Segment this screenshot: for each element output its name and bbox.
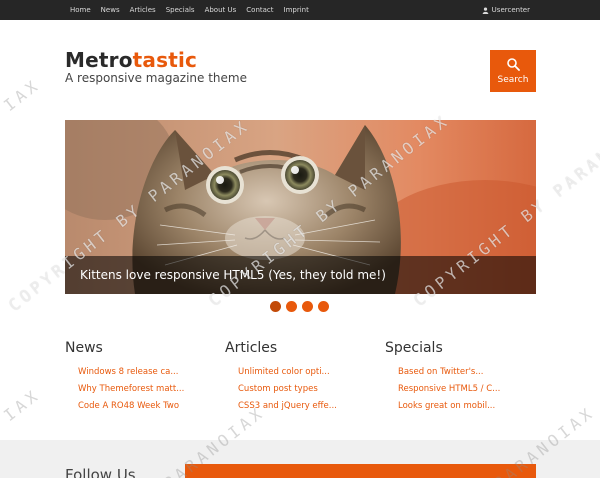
site-logo[interactable]: Metrotastic	[65, 48, 197, 72]
search-button[interactable]: Search	[490, 50, 536, 92]
news-heading: News	[65, 340, 103, 356]
usercenter-link[interactable]: Usercenter	[482, 0, 530, 20]
news-column: News Windows 8 release ca... Why Themefo…	[65, 340, 215, 415]
main-nav: Home News Articles Specials About Us Con…	[70, 0, 309, 20]
articles-list: Unlimited color opti... Custom post type…	[225, 364, 375, 415]
nav-item-imprint[interactable]: Imprint	[284, 6, 309, 14]
articles-link-2[interactable]: Custom post types	[238, 381, 375, 398]
articles-link-3[interactable]: CSS3 and jQuery effe...	[238, 398, 375, 415]
nav-item-articles[interactable]: Articles	[130, 6, 156, 14]
nav-item-specials[interactable]: Specials	[166, 6, 195, 14]
watermark: IAX	[0, 74, 44, 115]
search-icon	[507, 58, 520, 71]
specials-column: Specials Based on Twitter's... Responsiv…	[385, 340, 535, 415]
news-link-3[interactable]: Code A RO48 Week Two	[78, 398, 215, 415]
articles-column: Articles Unlimited color opti... Custom …	[225, 340, 375, 415]
news-list: Windows 8 release ca... Why Themeforest …	[65, 364, 215, 415]
search-label: Search	[497, 75, 529, 85]
slider-dot-1[interactable]	[270, 301, 281, 312]
nav-item-about-us[interactable]: About Us	[205, 6, 237, 14]
slider-pagination	[270, 301, 329, 312]
usercenter-label: Usercenter	[491, 6, 530, 14]
nav-item-home[interactable]: Home	[70, 6, 91, 14]
specials-link-3[interactable]: Looks great on mobil...	[398, 398, 535, 415]
nav-item-contact[interactable]: Contact	[246, 6, 273, 14]
footer-accent-bar	[185, 464, 536, 478]
user-icon	[482, 6, 488, 14]
slide-caption: Kittens love responsive HTML5 (Yes, they…	[80, 268, 386, 282]
watermark: IAX	[0, 384, 44, 425]
brand-accent: tastic	[132, 48, 198, 72]
specials-list: Based on Twitter's... Responsive HTML5 /…	[385, 364, 535, 415]
brand-main: Metro	[65, 48, 133, 72]
slider-dot-2[interactable]	[286, 301, 297, 312]
slider-dot-4[interactable]	[318, 301, 329, 312]
articles-heading: Articles	[225, 340, 278, 356]
top-navbar: Home News Articles Specials About Us Con…	[0, 0, 600, 20]
hero-slider[interactable]: Kittens love responsive HTML5 (Yes, they…	[65, 120, 536, 294]
specials-link-2[interactable]: Responsive HTML5 / C...	[398, 381, 535, 398]
news-link-1[interactable]: Windows 8 release ca...	[78, 364, 215, 381]
follow-us-heading: Follow Us	[65, 466, 136, 478]
articles-link-1[interactable]: Unlimited color opti...	[238, 364, 375, 381]
nav-item-news[interactable]: News	[101, 6, 120, 14]
site-tagline: A responsive magazine theme	[65, 71, 247, 85]
slider-dot-3[interactable]	[302, 301, 313, 312]
specials-heading: Specials	[385, 340, 443, 356]
specials-link-1[interactable]: Based on Twitter's...	[398, 364, 535, 381]
news-link-2[interactable]: Why Themeforest matt...	[78, 381, 215, 398]
slide-caption-bar: Kittens love responsive HTML5 (Yes, they…	[65, 256, 536, 294]
